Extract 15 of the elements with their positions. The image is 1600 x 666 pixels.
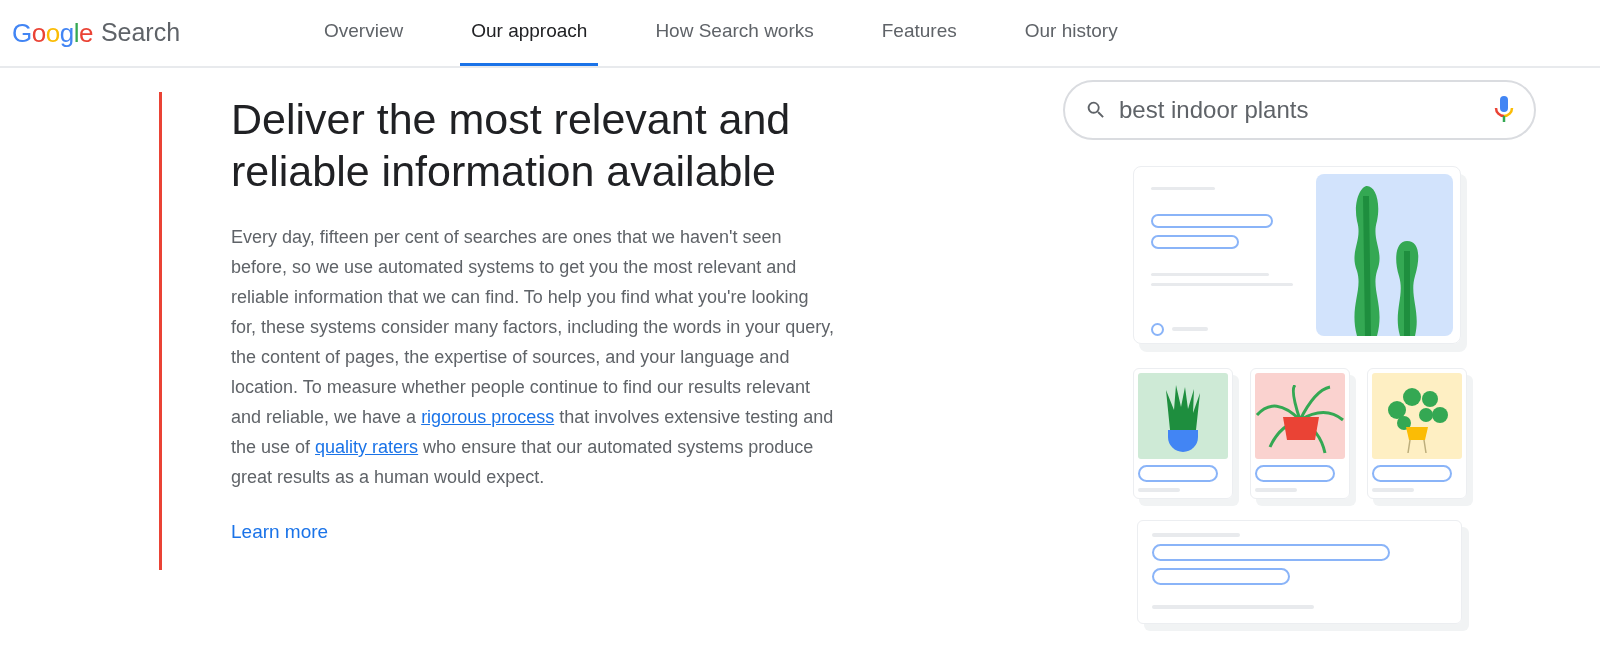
nav-tab[interactable]: Our approach (460, 0, 599, 66)
google-logo[interactable]: Google (12, 13, 93, 53)
search-icon (1085, 99, 1107, 121)
nav-tab[interactable]: Features (870, 0, 968, 66)
microphone-icon (1494, 96, 1514, 124)
search-query: best indoor plants (1119, 95, 1310, 125)
inline-link[interactable]: rigorous process (421, 407, 555, 427)
product-name: Search (100, 17, 181, 49)
nav-tab[interactable]: How Search works (644, 0, 825, 66)
learn-more-link[interactable]: Learn more (231, 518, 329, 547)
nav-tab[interactable]: Overview (313, 0, 415, 66)
nav-tab[interactable]: Our history (1013, 0, 1129, 66)
body-paragraph: Every day, fifteen per cent of searches are ones that we haven't seen before, so we use automated systems to get you the most relevant and reliable information that we can find. To help you find what you're looking for, these systems consider many factors, including the words in your query, the content of pages, the expertise of sources, and your language and location. To measure whether people continue to find our results relevant and reliable, we have a rigorous process that involves extensive testing and the use of quality raters who ensure that our automated systems produce great results as a human would expect. (231, 226, 835, 489)
inline-link[interactable]: quality raters (315, 437, 419, 457)
section-heading: Deliver the most relevant and reliable information available (231, 94, 792, 197)
